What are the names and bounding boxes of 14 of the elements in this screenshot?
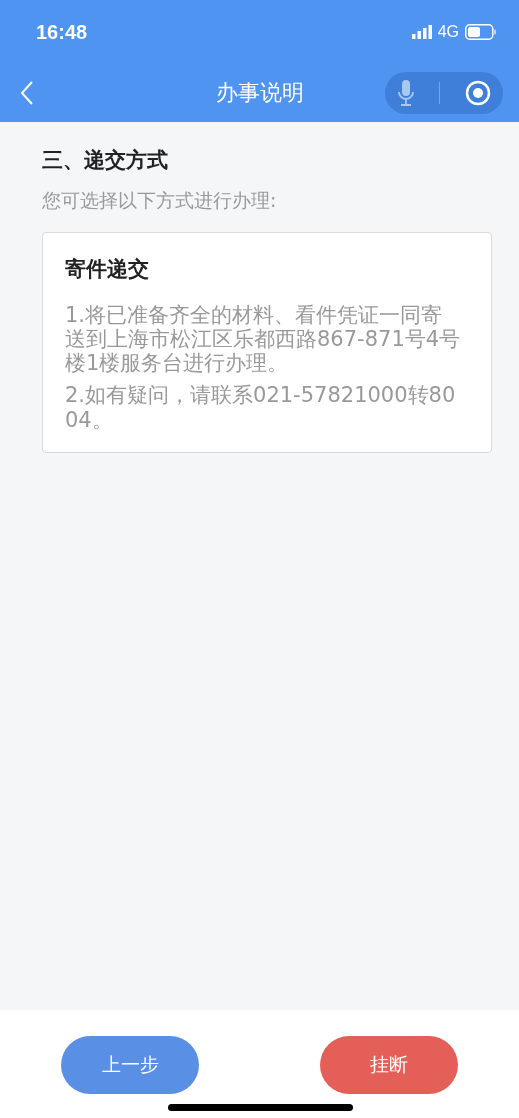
signal-icon — [411, 25, 432, 39]
previous-button[interactable]: 上一步 — [61, 1036, 199, 1094]
intro-text: 您可选择以下方式进行办理: — [42, 188, 278, 213]
hang-up-button[interactable]: 挂断 — [320, 1036, 458, 1094]
network-label: 4G — [437, 23, 459, 41]
battery-icon — [465, 24, 497, 40]
card-title: 寄件递交 — [65, 256, 150, 283]
status-time: 16:48 — [36, 20, 88, 44]
microphone-icon[interactable] — [397, 79, 416, 107]
card-paragraph: 2.如有疑问，请联系021-57821000转8004。 — [65, 383, 457, 432]
section-heading: 三、递交方式 — [42, 147, 169, 174]
page-title: 办事说明 — [215, 79, 304, 107]
card-paragraph: 1.将已准备齐全的材料、看件凭证一同寄送到上海市松江区乐都西路867-871号4号楼1楼服务台进行办理。 — [65, 303, 461, 376]
record-icon[interactable] — [464, 80, 491, 106]
